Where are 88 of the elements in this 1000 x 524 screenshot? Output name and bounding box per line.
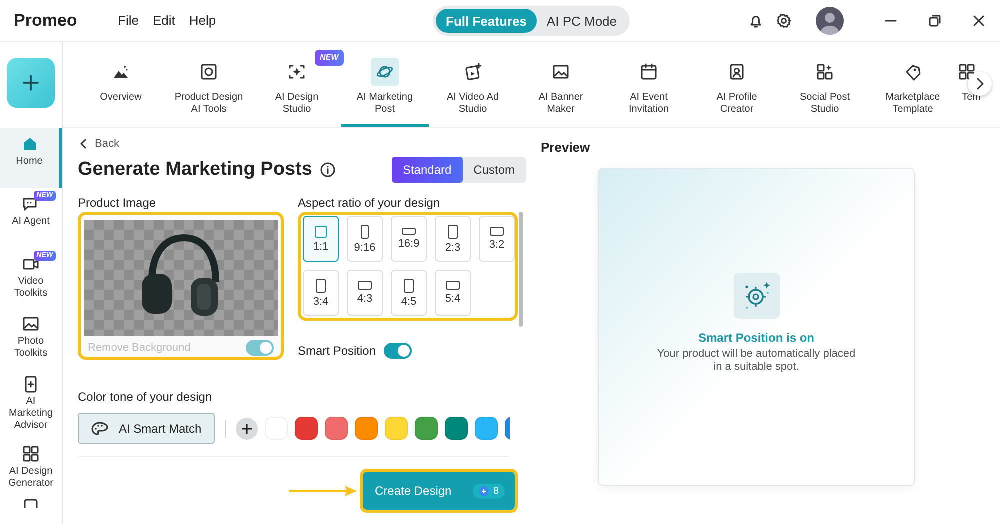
- info-icon[interactable]: [320, 162, 336, 178]
- chevron-left-icon: [80, 139, 87, 149]
- toggle-switch[interactable]: [384, 343, 412, 359]
- ratio-shape-icon: [361, 224, 369, 238]
- ratio-option[interactable]: 3:4: [303, 270, 339, 316]
- image-icon: [552, 63, 570, 81]
- target-icon: [734, 272, 780, 318]
- tool-tab[interactable]: AI Video Ad Studio: [429, 42, 517, 127]
- ratio-shape-icon: [490, 227, 504, 236]
- ratio-shape-icon: [446, 281, 460, 290]
- tool-tab[interactable]: AI Design Studio NEW: [253, 42, 341, 127]
- menu-item[interactable]: Edit: [152, 13, 176, 28]
- grid-icon: [22, 445, 40, 463]
- sparkle-frame-icon: [288, 63, 306, 81]
- chevron-right-icon: [975, 78, 985, 90]
- tool-tab[interactable]: AI Marketing Post: [341, 42, 429, 127]
- ratio-option[interactable]: 3:2: [479, 216, 515, 262]
- ratio-option[interactable]: 5:4: [435, 270, 471, 316]
- sidebar-item[interactable]: AI Design Generator: [0, 438, 62, 498]
- tool-tab[interactable]: AI Banner Maker: [517, 42, 605, 127]
- color-swatch[interactable]: [354, 417, 378, 440]
- status-text: Your product will be automatically placed in a suitable spot.: [657, 348, 856, 374]
- ratio-option[interactable]: 4:5: [391, 270, 427, 316]
- pointer-arrow: [289, 485, 359, 497]
- page-title: Generate Marketing Posts: [78, 159, 312, 181]
- new-badge: NEW: [315, 50, 344, 66]
- ratio-option[interactable]: 16:9: [391, 216, 427, 262]
- color-swatch[interactable]: [414, 417, 438, 440]
- layout-icon: [816, 63, 834, 81]
- sidebar-item[interactable]: AI Marketing Advisor: [0, 368, 62, 438]
- back-link[interactable]: Back: [78, 138, 120, 150]
- palette-icon: [91, 420, 109, 436]
- section-label: Product Image: [78, 196, 158, 210]
- tag-icon: [904, 63, 922, 81]
- scrollbar[interactable]: [519, 212, 523, 327]
- ratio-option[interactable]: 2:3: [435, 216, 471, 262]
- plus-icon: [240, 422, 253, 434]
- settings-icon[interactable]: [776, 12, 792, 28]
- mountain-icon: [112, 63, 130, 81]
- smart-match-button[interactable]: AI Smart Match: [78, 413, 215, 444]
- close-icon[interactable]: [972, 14, 986, 28]
- image-icon: [22, 315, 40, 333]
- style-tab[interactable]: Custom: [462, 157, 526, 183]
- status-title: Smart Position is on: [698, 330, 814, 344]
- avatar[interactable]: [816, 6, 844, 34]
- tool-tab[interactable]: AI Profile Creator: [693, 42, 781, 127]
- menu-item[interactable]: File: [118, 13, 139, 28]
- sidebar-item[interactable]: Home: [0, 128, 62, 188]
- tool-tab[interactable]: Social Post Studio: [781, 42, 869, 127]
- ratio-option[interactable]: 1:1: [303, 216, 339, 262]
- color-swatch[interactable]: [294, 417, 318, 440]
- color-swatch[interactable]: [444, 417, 468, 440]
- add-color-button[interactable]: [236, 418, 258, 440]
- style-tab[interactable]: Standard: [392, 157, 463, 183]
- restore-icon[interactable]: [928, 14, 942, 28]
- tool-tab[interactable]: AI Event Invitation: [605, 42, 693, 127]
- toggle-label: Smart Position: [298, 344, 376, 358]
- menu-item[interactable]: Help: [189, 13, 216, 28]
- ratio-option[interactable]: 4:3: [347, 270, 383, 316]
- section-label: Color tone of your design: [78, 390, 214, 404]
- color-swatch[interactable]: [324, 417, 348, 440]
- framed-photo-icon: [200, 63, 218, 81]
- tool-tab[interactable]: Marketplace Template: [869, 42, 957, 127]
- section-label: Aspect ratio of your design: [298, 196, 442, 210]
- ratio-shape-icon: [448, 224, 458, 238]
- color-swatch[interactable]: [474, 417, 498, 440]
- grid-icon: [958, 63, 976, 81]
- tool-tab[interactable]: Overview: [77, 42, 165, 127]
- ratio-shape-icon: [404, 278, 414, 292]
- toggle-label: Remove Background: [88, 342, 191, 354]
- calendar-icon: [640, 63, 658, 81]
- color-swatch[interactable]: [384, 417, 408, 440]
- new-project-button[interactable]: [7, 58, 55, 108]
- ratio-shape-icon: [402, 228, 416, 235]
- photo-stack-icon: [464, 63, 482, 81]
- ratio-shape-icon: [358, 281, 372, 290]
- app-name: Promeo: [14, 10, 78, 30]
- portrait-icon: [728, 63, 746, 81]
- mode-tab[interactable]: AI PC Mode: [536, 9, 628, 33]
- preview-title: Preview: [541, 140, 592, 155]
- ratio-option[interactable]: 9:16: [347, 216, 383, 262]
- ratio-shape-icon: [315, 226, 327, 238]
- plus-icon: [22, 74, 40, 92]
- shield-icon: [479, 486, 490, 496]
- sidebar-item[interactable]: Photo Toolkits: [0, 308, 62, 368]
- credit-count: 8: [473, 484, 505, 498]
- tool-tab[interactable]: Product Design AI Tools: [165, 42, 253, 127]
- ratio-shape-icon: [316, 278, 326, 292]
